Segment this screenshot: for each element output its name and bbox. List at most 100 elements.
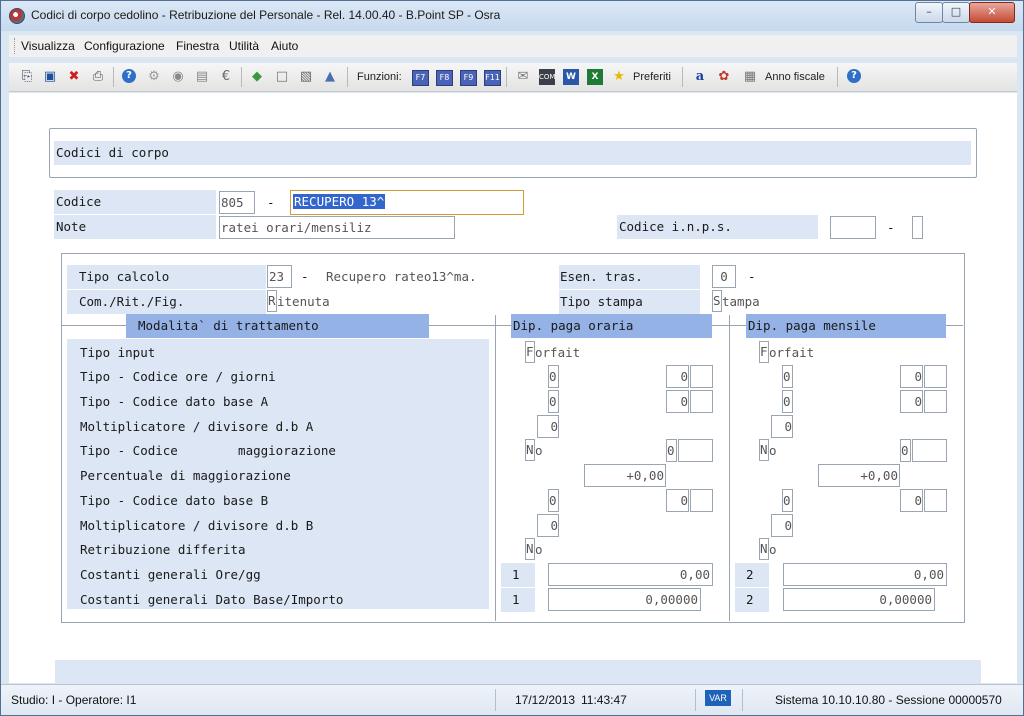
row-label-molt-a: Moltiplicatore / divisore d.b A [80,419,314,434]
oraria-costanti-db[interactable]: 0,00000 [548,588,701,611]
oraria-retr-input[interactable]: N [525,538,535,560]
status-bar: Studio: I - Operatore: I1 17/12/2013 11:… [1,684,1023,715]
form-area: Codici di corpo Codice 805 - RECUPERO 13… [9,93,1017,683]
oraria-ore-tipo[interactable]: 0 [548,365,559,388]
esen-tras-input[interactable]: 0 [712,265,736,288]
menu-finestra[interactable]: Finestra [176,39,219,53]
toolbar: ⎘ ▣ ✖ ⎙ ? ⚙ ◉ ▤ € ◆ □ ▧ ▲ Funzioni: F7 F… [9,63,1017,92]
oraria-dba-tipo[interactable]: 0 [548,390,559,413]
layers-icon[interactable]: ◆ [249,69,265,85]
oraria-dbb-extra[interactable] [690,489,713,512]
word-icon[interactable]: W [563,69,579,85]
palette-icon[interactable]: ✿ [716,69,732,85]
oraria-dbb-tipo[interactable]: 0 [548,489,559,512]
oraria-magg-input[interactable]: N [525,439,535,461]
mensile-tipo-input[interactable]: F [759,341,769,363]
row-label-tipo-input: Tipo input [80,345,156,360]
close-button[interactable]: ✕ [969,2,1015,23]
database-icon[interactable]: ◉ [170,69,186,85]
help-icon[interactable]: ? [122,69,136,83]
inps-input[interactable] [830,216,876,239]
mensile-percentuale[interactable]: +0,00 [818,464,900,487]
mensile-magg-codice[interactable]: 0 [900,439,911,462]
oraria-ore-extra[interactable] [690,365,713,388]
mensile-retr-input[interactable]: N [759,538,769,560]
f9-button[interactable]: F9 [460,70,477,86]
preferiti-button[interactable]: Preferiti [633,71,671,83]
save-icon[interactable]: ▣ [42,69,58,85]
menu-aiuto[interactable]: Aiuto [271,39,298,53]
mensile-dba-tipo[interactable]: 0 [782,390,793,413]
oraria-molt-b[interactable]: 0 [537,514,559,537]
mensile-dbb-codice[interactable]: 0 [900,489,923,512]
row-label-dato-base-a: Tipo - Codice dato base A [80,394,269,409]
mensile-ore-extra[interactable] [924,365,947,388]
minimize-button[interactable]: – [915,2,943,23]
tipo-stampa-value: tampa [722,294,760,309]
f11-button[interactable]: F11 [484,70,501,86]
mensile-magg-value: o [769,443,777,458]
oraria-dba-codice[interactable]: 0 [666,390,689,413]
mensile-costanti-db[interactable]: 0,00000 [783,588,935,611]
com-rit-fig-label: Com./Rit./Fig. [67,290,266,314]
menu-visualizza[interactable]: Visualizza [21,39,75,53]
mensile-ore-tipo[interactable]: 0 [782,365,793,388]
note-input[interactable]: ratei orari/mensiliz [219,216,455,239]
mensile-retr-value: o [769,542,777,557]
oraria-tipo-input[interactable]: F [525,341,535,363]
mensile-molt-b[interactable]: 0 [771,514,793,537]
mensile-dbb-extra[interactable] [924,489,947,512]
oraria-retr-value: o [535,542,543,557]
oraria-costanti-ore[interactable]: 0,00 [548,563,713,586]
mensile-magg-input[interactable]: N [759,439,769,461]
oraria-dbb-codice[interactable]: 0 [666,489,689,512]
tipo-calcolo-dash: - [301,269,309,284]
find-icon[interactable]: ⚙ [146,69,162,85]
oraria-percentuale[interactable]: +0,00 [584,464,666,487]
status-sistema: Sistema 10.10.10.80 - Sessione 00000570 [775,693,1002,707]
print-icon[interactable]: ⎙ [90,69,106,85]
euro-icon[interactable]: € [218,69,234,85]
mensile-dba-codice[interactable]: 0 [900,390,923,413]
anno-fiscale-button[interactable]: Anno fiscale [765,71,825,83]
inps-suffix-input[interactable] [912,216,923,239]
oraria-molt-a[interactable]: 0 [537,415,559,438]
mail-icon[interactable]: ✉ [515,69,531,85]
menu-utilita[interactable]: Utilità [229,39,259,53]
tipo-stampa-input[interactable]: S [712,290,722,312]
mensile-magg-extra[interactable] [912,439,947,462]
book-icon[interactable]: ▧ [298,69,314,85]
oraria-dba-extra[interactable] [690,390,713,413]
oraria-magg-extra[interactable] [678,439,713,462]
calendar-icon[interactable]: ▦ [742,69,758,85]
row-label-retribuzione: Retribuzione differita [80,542,246,557]
delete-icon[interactable]: ✖ [66,69,82,85]
codice-input[interactable]: 805 [219,191,255,214]
com-icon[interactable]: COM [539,69,555,85]
star-icon[interactable]: ★ [611,69,627,85]
excel-icon[interactable]: X [587,69,603,85]
document-icon[interactable]: ▤ [194,69,210,85]
toolbar-separator [837,67,838,87]
font-icon[interactable]: a [692,69,708,85]
oraria-costanti-ore-num: 1 [501,563,535,587]
oraria-magg-codice[interactable]: 0 [666,439,677,462]
tipo-calcolo-label: Tipo calcolo [67,265,266,289]
tipo-calcolo-input[interactable]: 23 [267,265,292,288]
f8-button[interactable]: F8 [436,70,453,86]
menu-configurazione[interactable]: Configurazione [84,39,165,53]
info-icon[interactable]: ? [847,69,861,83]
maximize-button[interactable]: □ [942,2,970,23]
page-icon[interactable]: □ [274,69,290,85]
tag-icon[interactable]: ▲ [322,69,338,85]
mensile-ore-codice[interactable]: 0 [900,365,923,388]
oraria-ore-codice[interactable]: 0 [666,365,689,388]
mensile-dba-extra[interactable] [924,390,947,413]
mensile-molt-a[interactable]: 0 [771,415,793,438]
mensile-dbb-tipo[interactable]: 0 [782,489,793,512]
com-rit-fig-input[interactable]: R [267,290,277,312]
descrizione-input[interactable]: RECUPERO 13^ [290,190,524,215]
exit-icon[interactable]: ⎘ [19,69,35,85]
mensile-costanti-ore[interactable]: 0,00 [783,563,947,586]
f7-button[interactable]: F7 [412,70,429,86]
